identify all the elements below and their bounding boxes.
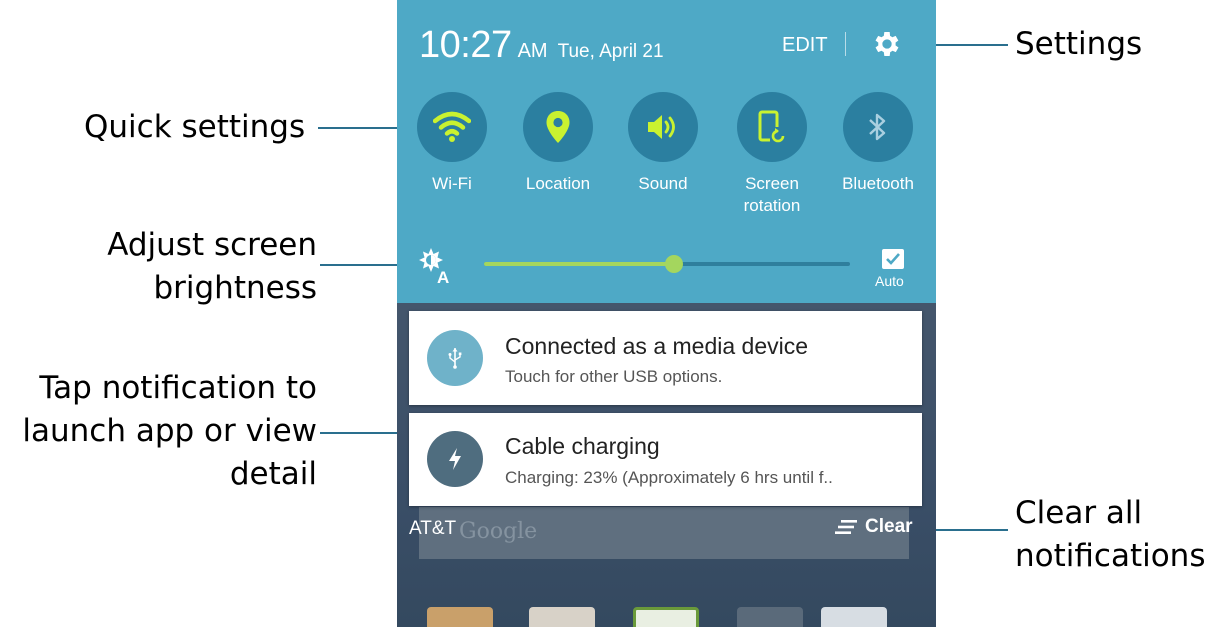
callout-clear-line1: Clear all (1015, 495, 1143, 531)
location-toggle[interactable] (523, 92, 593, 162)
notification-subtitle: Charging: 23% (Approximately 6 hrs until… (505, 468, 833, 487)
callout-brightness-line1: Adjust screen (107, 227, 317, 263)
phone-screen: Google 10:27 AM Tue, April 21 EDIT Wi-Fi… (397, 0, 936, 627)
auto-brightness-checkbox[interactable] (882, 249, 904, 269)
callout-quick-settings: Quick settings (84, 109, 306, 145)
callout-brightness: Adjust screen brightness (60, 224, 317, 310)
wifi-toggle[interactable] (417, 92, 487, 162)
clock-time: 10:27 (419, 24, 512, 66)
screen-rotation-label: Screen rotation (722, 173, 822, 217)
auto-brightness-icon[interactable]: A (419, 244, 459, 287)
screen-rotation-icon (758, 110, 786, 143)
clock-date: Tue, April 21 (557, 41, 664, 62)
google-logo: Google (459, 519, 538, 544)
status-clock: 10:27 AM Tue, April 21 (419, 24, 664, 67)
wifi-label: Wi-Fi (432, 174, 472, 193)
notification-usb[interactable]: Connected as a media device Touch for ot… (409, 311, 922, 405)
sound-toggle[interactable] (628, 92, 698, 162)
clear-all-button[interactable]: Clear (835, 516, 913, 538)
quick-panel: 10:27 AM Tue, April 21 EDIT Wi-Fi Locati… (397, 0, 936, 303)
bluetooth-icon (869, 113, 886, 141)
usb-icon (448, 348, 462, 369)
checkmark-icon (886, 253, 900, 265)
notification-subtitle: Touch for other USB options. (505, 367, 723, 386)
dock-calendar-icon[interactable] (633, 607, 699, 627)
callout-notification-line3: detail (229, 456, 317, 492)
carrier-label: AT&T (409, 518, 457, 539)
dock-app-icon[interactable] (737, 607, 803, 627)
clock-ampm: AM (517, 40, 548, 62)
dock-app-icon[interactable] (427, 607, 493, 627)
location-label: Location (525, 174, 591, 193)
notification-icon-badge (427, 431, 483, 487)
dock-google-folder-icon[interactable] (821, 607, 887, 627)
screen-rotation-toggle[interactable] (737, 92, 807, 162)
edit-divider (845, 32, 846, 56)
quick-settings-row: Wi-Fi Location Sound Screen rotation Blu… (397, 92, 936, 222)
callout-brightness-line2: brightness (153, 270, 317, 306)
quick-setting-screen-rotation[interactable]: Screen rotation (722, 92, 822, 217)
brightness-slider-fill (484, 262, 675, 266)
brightness-slider-thumb[interactable] (665, 255, 684, 273)
screen-rotation-label-line1: Screen (745, 174, 799, 193)
callout-notification-line1: Tap notification to (39, 370, 317, 406)
clear-all-icon (835, 520, 857, 534)
dock-app-icon[interactable] (529, 607, 595, 627)
quick-setting-wifi[interactable]: Wi-Fi (402, 92, 502, 195)
wifi-icon (433, 111, 471, 142)
bluetooth-label: Bluetooth (842, 174, 914, 193)
callout-notification: Tap notification to launch app or view d… (0, 367, 317, 496)
notification-title: Connected as a media device (505, 333, 809, 359)
sound-label: Sound (638, 174, 688, 193)
edit-button[interactable]: EDIT (782, 34, 828, 57)
callout-settings: Settings (1015, 26, 1143, 62)
quick-setting-bluetooth[interactable]: Bluetooth (828, 92, 928, 195)
leader-clear (924, 529, 1008, 531)
location-icon (546, 111, 570, 143)
svg-text:A: A (437, 268, 449, 284)
brightness-slider[interactable] (484, 255, 850, 273)
auto-brightness-label: Auto (875, 273, 904, 289)
charging-bolt-icon (449, 448, 461, 470)
clear-all-label: Clear (865, 516, 913, 537)
notification-icon-badge (427, 330, 483, 386)
quick-setting-location[interactable]: Location (508, 92, 608, 195)
notification-title: Cable charging (505, 433, 660, 459)
gear-icon[interactable] (871, 28, 903, 60)
quick-setting-sound[interactable]: Sound (613, 92, 713, 195)
callout-notification-line2: launch app or view (22, 413, 317, 449)
bluetooth-toggle[interactable] (843, 92, 913, 162)
screen-rotation-label-line2: rotation (743, 196, 801, 215)
sound-icon (648, 115, 675, 139)
callout-clear-line2: notifications (1015, 538, 1206, 574)
callout-clear: Clear all notifications (1015, 492, 1205, 578)
notification-charging[interactable]: Cable charging Charging: 23% (Approximat… (409, 413, 922, 506)
